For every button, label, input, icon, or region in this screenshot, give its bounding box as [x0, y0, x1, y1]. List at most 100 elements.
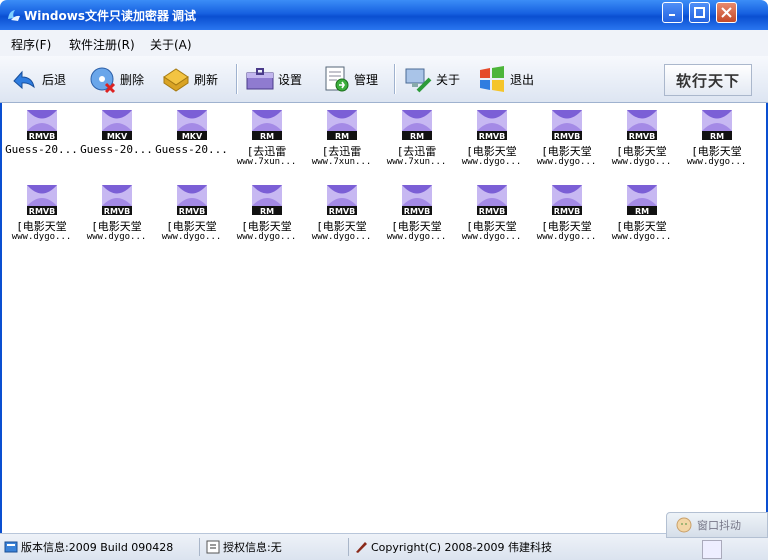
file-item[interactable]: RMVB [电影天堂 www.dygo... — [154, 178, 229, 250]
file-type-badge: MKV — [106, 132, 128, 141]
corner-button[interactable] — [702, 540, 722, 559]
copyright-info: Copyright(C) 2008-2009 伟建科技 — [354, 539, 552, 555]
file-type-badge: RMVB — [328, 207, 356, 216]
file-name-sub: www.7xun... — [386, 157, 447, 167]
title-bar[interactable]: Windows文件只读加密器 调试 — [0, 0, 768, 30]
menu-about[interactable]: 关于(A) — [150, 36, 192, 53]
maximize-button[interactable] — [689, 2, 710, 23]
status-bar: 版本信息:2009 Build 090428 授权信息:无 Copyright(… — [0, 533, 768, 560]
file-item[interactable]: RM [电影天堂 www.dygo... — [679, 103, 754, 175]
minimize-button[interactable] — [662, 2, 683, 23]
file-name-sub: www.dygo... — [86, 232, 147, 242]
file-name-sub: www.dygo... — [686, 157, 747, 167]
file-type-badge: RMVB — [553, 132, 581, 141]
manage-label: 管理 — [354, 72, 379, 87]
copyright-text: Copyright(C) 2008-2009 伟建科技 — [371, 541, 552, 554]
toolbar-divider — [236, 64, 238, 94]
file-name-sub: www.dygo... — [536, 157, 597, 167]
manage-button[interactable]: 管理 — [320, 62, 378, 96]
delete-label: 删除 — [120, 72, 145, 87]
window-title: Windows文件只读加密器 — [24, 9, 169, 23]
file-item[interactable]: MKV Guess-20... — [154, 103, 229, 175]
exit-button[interactable]: 退出 — [476, 62, 534, 96]
file-item[interactable]: RMVB [电影天堂 www.dygo... — [79, 178, 154, 250]
file-type-badge: RMVB — [478, 207, 506, 216]
about-label: 关于 — [436, 72, 461, 87]
menu-program[interactable]: 程序(F) — [11, 36, 51, 53]
about-button[interactable]: 关于 — [402, 62, 460, 96]
file-name: Guess-20... — [80, 143, 153, 156]
manage-document-icon — [325, 66, 349, 92]
file-name-sub: www.dygo... — [236, 232, 297, 242]
file-item[interactable]: RMVB [电影天堂 www.dygo... — [454, 178, 529, 250]
file-type-badge: RM — [409, 132, 425, 141]
file-item[interactable]: MKV Guess-20... — [79, 103, 154, 175]
file-name-sub: www.dygo... — [311, 232, 372, 242]
license-info: 授权信息:无 — [206, 539, 282, 555]
file-item[interactable]: RMVB [电影天堂 www.dygo... — [4, 178, 79, 250]
close-button[interactable] — [716, 2, 737, 23]
app-icon — [8, 10, 20, 21]
settings-button[interactable]: 设置 — [244, 62, 302, 96]
window-shake-label: 窗口抖动 — [697, 519, 741, 532]
settings-label: 设置 — [278, 72, 303, 87]
file-type-badge: RM — [259, 132, 275, 141]
file-type-badge: RMVB — [103, 207, 131, 216]
file-type-badge: RM — [634, 207, 650, 216]
file-item[interactable]: RM [电影天堂 www.dygo... — [229, 178, 304, 250]
back-button[interactable]: 后退 — [8, 62, 66, 96]
back-arrow-icon — [13, 70, 35, 90]
windows-logo-icon — [480, 66, 504, 92]
about-monitor-icon — [405, 68, 432, 93]
file-name-sub: www.dygo... — [461, 232, 522, 242]
delete-disc-icon — [90, 67, 116, 94]
file-list: RMVB Guess-20... MKV Guess-20... MKV Guess-20… — [0, 103, 768, 533]
file-item[interactable]: RMVB [电影天堂 www.dygo... — [529, 178, 604, 250]
file-name-sub: www.dygo... — [611, 232, 672, 242]
file-type-badge: RMVB — [28, 207, 56, 216]
file-type-badge: RMVB — [403, 207, 431, 216]
pen-icon — [356, 542, 367, 553]
file-type-badge: RMVB — [28, 132, 56, 141]
file-type-badge: RM — [709, 132, 725, 141]
exit-label: 退出 — [510, 72, 535, 87]
window-shake-button[interactable]: 窗口抖动 — [666, 512, 768, 538]
file-name-sub: www.dygo... — [161, 232, 222, 242]
toolbar: 后退 删除 刷新 设置 管理 关于 退出 — [0, 56, 768, 103]
file-type-badge: RMVB — [553, 207, 581, 216]
file-item[interactable]: RMVB [电影天堂 www.dygo... — [604, 103, 679, 175]
menu-register[interactable]: 软件注册(R) — [69, 36, 135, 53]
file-item[interactable]: RMVB Guess-20... — [4, 103, 79, 175]
refresh-label: 刷新 — [194, 72, 219, 87]
file-item[interactable]: RMVB [电影天堂 www.dygo... — [529, 103, 604, 175]
license-text: 授权信息:无 — [223, 541, 282, 554]
file-name-sub: www.dygo... — [611, 157, 672, 167]
file-item[interactable]: RMVB [电影天堂 www.dygo... — [304, 178, 379, 250]
info-icon — [4, 541, 18, 553]
file-item[interactable]: RM [去迅雷 www.7xun... — [229, 103, 304, 175]
minimize-icon — [669, 14, 675, 16]
refresh-folder-icon — [163, 68, 189, 92]
file-item[interactable]: RMVB [电影天堂 www.dygo... — [379, 178, 454, 250]
refresh-button[interactable]: 刷新 — [160, 62, 218, 96]
file-name-sub: www.dygo... — [461, 157, 522, 167]
file-name: Guess-20... — [5, 143, 78, 156]
smiley-icon — [676, 517, 692, 533]
file-type-badge: RMVB — [628, 132, 656, 141]
file-type-badge: MKV — [181, 132, 203, 141]
file-item[interactable]: RM [电影天堂 www.dygo... — [604, 178, 679, 250]
toolbar-divider — [394, 64, 396, 94]
file-name-sub: www.dygo... — [536, 232, 597, 242]
status-divider — [199, 538, 200, 556]
file-item[interactable]: RMVB [电影天堂 www.dygo... — [454, 103, 529, 175]
settings-toolbox-icon — [246, 68, 274, 90]
file-name-sub: www.dygo... — [386, 232, 447, 242]
file-item[interactable]: RM [去迅雷 www.7xun... — [304, 103, 379, 175]
license-icon — [206, 540, 220, 554]
menu-bar: 程序(F) 软件注册(R) 关于(A) — [0, 30, 768, 56]
status-divider — [348, 538, 349, 556]
file-item[interactable]: RM [去迅雷 www.7xun... — [379, 103, 454, 175]
file-type-badge: RM — [259, 207, 275, 216]
delete-button[interactable]: 删除 — [86, 62, 144, 96]
window-title-tag: 调试 — [172, 9, 197, 23]
